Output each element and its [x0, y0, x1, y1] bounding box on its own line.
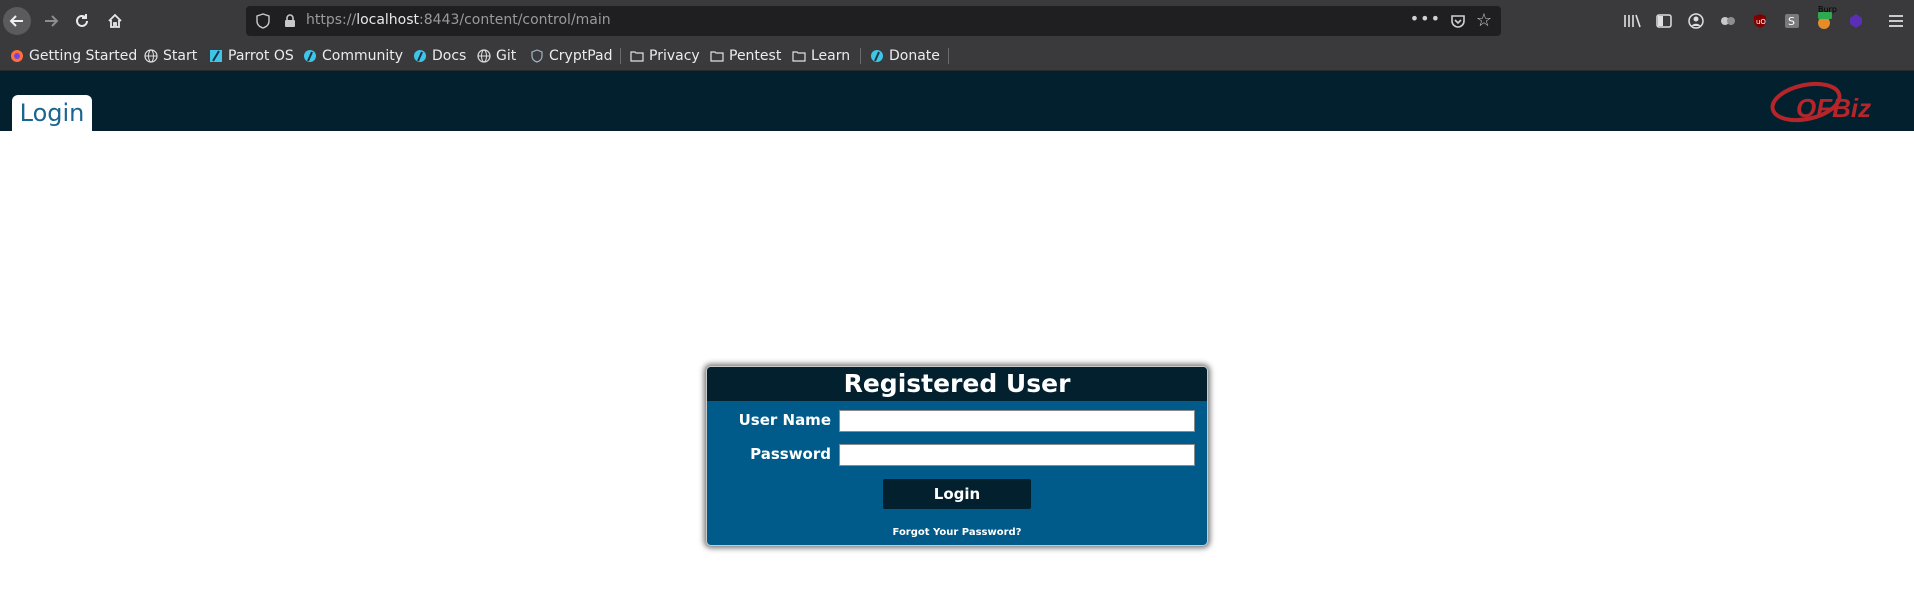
foxyproxy-icon[interactable]: Burp [1814, 5, 1837, 31]
globe-icon [144, 49, 158, 63]
bookmark-label: Learn [811, 48, 851, 64]
parrot-circle-icon [413, 49, 427, 63]
bookmark-separator [948, 48, 949, 64]
bookmark-privacy[interactable]: Privacy [630, 45, 700, 67]
back-button[interactable] [3, 7, 31, 35]
tab-login[interactable]: Login [12, 95, 92, 131]
login-panel-title: Registered User [707, 367, 1207, 401]
bookmark-star-icon[interactable]: ☆ [1476, 10, 1492, 31]
ublock-icon[interactable]: uO [1750, 11, 1770, 31]
shield-icon [530, 49, 544, 63]
menu-icon[interactable] [1886, 11, 1906, 31]
url-host: localhost [356, 12, 420, 28]
ofbiz-logo[interactable]: OFBiz [1766, 79, 1888, 125]
url-prefix: https:// [306, 12, 357, 28]
bookmark-getting-started[interactable]: Getting Started [10, 45, 137, 67]
password-label: Password [750, 445, 831, 463]
forgot-password-link[interactable]: Forgot Your Password? [707, 527, 1207, 538]
bookmark-cryptpad[interactable]: CryptPad [530, 45, 612, 67]
bookmark-pentest[interactable]: Pentest [710, 45, 781, 67]
bookmark-label: Git [496, 48, 517, 64]
login-button[interactable]: Login [883, 479, 1031, 509]
page-actions-icon[interactable]: ••• [1410, 9, 1441, 28]
reload-icon [76, 14, 88, 27]
bookmark-git[interactable]: Git [477, 45, 516, 67]
folder-icon [630, 49, 644, 63]
bookmark-start[interactable]: Start [144, 45, 197, 67]
extension-cube-icon[interactable] [1846, 11, 1866, 31]
password-input[interactable] [839, 444, 1195, 466]
pocket-icon[interactable] [1450, 13, 1466, 29]
bookmark-separator [860, 48, 861, 64]
bookmark-donate[interactable]: Donate [870, 45, 940, 67]
bookmark-label: Getting Started [29, 48, 138, 64]
globe-icon [477, 49, 491, 63]
url-path: :8443/content/control/main [419, 12, 611, 28]
bookmark-label: CryptPad [549, 48, 613, 64]
account-icon[interactable] [1686, 11, 1706, 31]
arrow-left-icon [9, 15, 23, 27]
forward-button[interactable] [36, 6, 66, 36]
folder-icon [710, 49, 724, 63]
bookmark-label: Start [163, 48, 198, 64]
parrot-icon [209, 49, 223, 63]
bookmark-label: Community [322, 48, 404, 64]
app-header: Login OFBiz [0, 71, 1914, 131]
username-input[interactable] [839, 410, 1195, 432]
burp-badge: Burp [1818, 5, 1837, 14]
reload-button[interactable] [67, 6, 97, 36]
svg-text:S: S [1788, 15, 1795, 28]
folder-icon [792, 49, 806, 63]
bookmark-docs[interactable]: Docs [413, 45, 466, 67]
bookmark-label: Pentest [729, 48, 782, 64]
browser-toolbar: https://localhost:8443/content/control/m… [0, 0, 1914, 42]
svg-text:uO: uO [1756, 18, 1766, 26]
url-bar[interactable]: https://localhost:8443/content/control/m… [246, 6, 1501, 36]
bookmark-parrot-os[interactable]: Parrot OS [209, 45, 294, 67]
extension-wrench-icon[interactable] [1718, 11, 1738, 31]
login-panel: Registered User User Name Password Login… [706, 366, 1208, 546]
bookmark-label: Donate [889, 48, 940, 64]
bookmark-learn[interactable]: Learn [792, 45, 850, 67]
username-label: User Name [738, 411, 831, 429]
svg-text:OFBiz: OFBiz [1796, 93, 1871, 123]
home-icon [108, 13, 122, 28]
bookmark-label: Docs [432, 48, 467, 64]
bookmark-community[interactable]: Community [303, 45, 403, 67]
sidebar-icon[interactable] [1654, 11, 1674, 31]
bookmarks-bar: Getting Started Start Parrot OS Communit… [0, 42, 1914, 71]
lock-icon[interactable] [284, 14, 296, 28]
tracking-shield-icon[interactable] [256, 13, 270, 29]
url-text[interactable]: https://localhost:8443/content/control/m… [306, 12, 611, 28]
parrot-circle-icon [303, 49, 317, 63]
bookmark-label: Parrot OS [228, 48, 294, 64]
home-button[interactable] [100, 6, 130, 36]
bookmark-separator [620, 48, 621, 64]
extension-s-icon[interactable]: S [1782, 11, 1802, 31]
library-icon[interactable] [1622, 11, 1642, 31]
firefox-icon [10, 49, 24, 63]
bookmark-label: Privacy [649, 48, 700, 64]
arrow-right-icon [45, 15, 59, 27]
parrot-circle-icon [870, 49, 884, 63]
